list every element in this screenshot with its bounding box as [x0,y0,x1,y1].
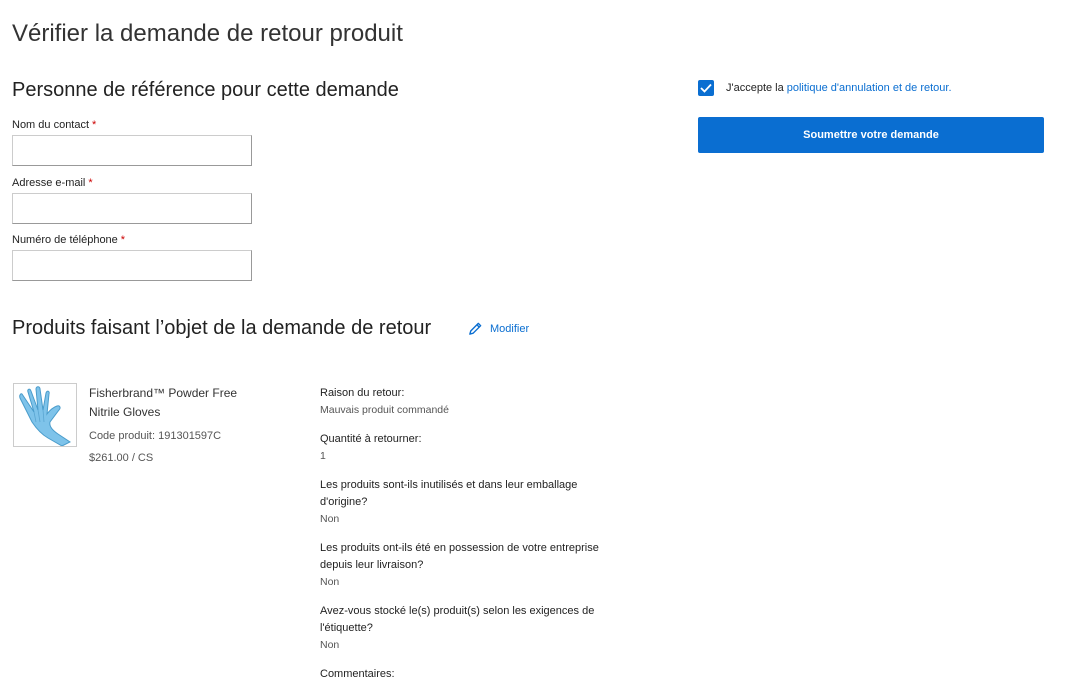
products-section-title: Produits faisant l’objet de la demande d… [12,317,432,339]
detail-answer: Mauvais produit commandé [320,404,449,416]
comments: Commentaires: [320,666,610,683]
checkmark-icon [700,83,712,93]
contact-name-field: Nom du contact * [12,119,254,166]
product-name: Fisherbrand™ Powder Free Nitrile Gloves [89,386,238,419]
return-quantity: Quantité à retourner: 1 [320,431,610,464]
phone-field: Numéro de téléphone * [12,234,254,281]
modify-label: Modifier [490,322,530,335]
unused-original-packaging: Les produits sont-ils inutilisés et dans… [320,477,610,527]
detail-answer: Non [320,639,340,651]
contact-section-title: Personne de référence pour cette demande [12,79,399,101]
contact-name-input[interactable] [12,135,252,166]
return-policy-link[interactable]: politique d'annulation et de retour. [787,82,952,94]
accept-policy-checkbox[interactable] [698,80,714,96]
detail-question: Quantité à retourner: [320,433,422,445]
detail-question: Les produits sont-ils inutilisés et dans… [320,479,578,508]
pencil-icon [469,322,482,335]
accept-policy-text: J'accepte la [726,82,784,94]
detail-answer: 1 [320,450,326,462]
return-reason: Raison du retour: Mauvais produit comman… [320,385,610,418]
return-details: Raison du retour: Mauvais produit comman… [320,385,610,696]
detail-question: Avez-vous stocké le(s) produit(s) selon … [320,605,595,634]
stored-per-label: Avez-vous stocké le(s) produit(s) selon … [320,603,610,653]
in-possession-since-delivery: Les produits ont-ils été en possession d… [320,540,610,590]
detail-question: Commentaires: [320,668,395,680]
page-title: Vérifier la demande de retour produit [12,20,403,47]
product-image[interactable] [13,383,77,447]
detail-answer: Non [320,576,340,588]
product-price: $261.00 / CS [89,452,154,464]
required-mark: * [92,119,97,131]
phone-label: Numéro de téléphone * [12,234,126,246]
modify-button[interactable]: Modifier [468,321,529,336]
email-field: Adresse e-mail * [12,177,254,224]
detail-question: Raison du retour: [320,387,405,399]
contact-name-label: Nom du contact * [12,119,97,131]
email-input[interactable] [12,193,252,224]
product-code: Code produit: 191301597C [89,430,222,442]
glove-image [19,386,71,446]
submit-request-button[interactable]: Soumettre votre demande [698,117,1044,153]
accept-policy-row: J'accepte la politique d'annulation et d… [698,80,952,96]
required-mark: * [88,177,93,189]
detail-answer: Non [320,513,340,525]
required-mark: * [120,234,126,246]
detail-question: Les produits ont-ils été en possession d… [320,542,599,571]
phone-input[interactable] [12,250,252,281]
email-label: Adresse e-mail * [12,177,93,189]
